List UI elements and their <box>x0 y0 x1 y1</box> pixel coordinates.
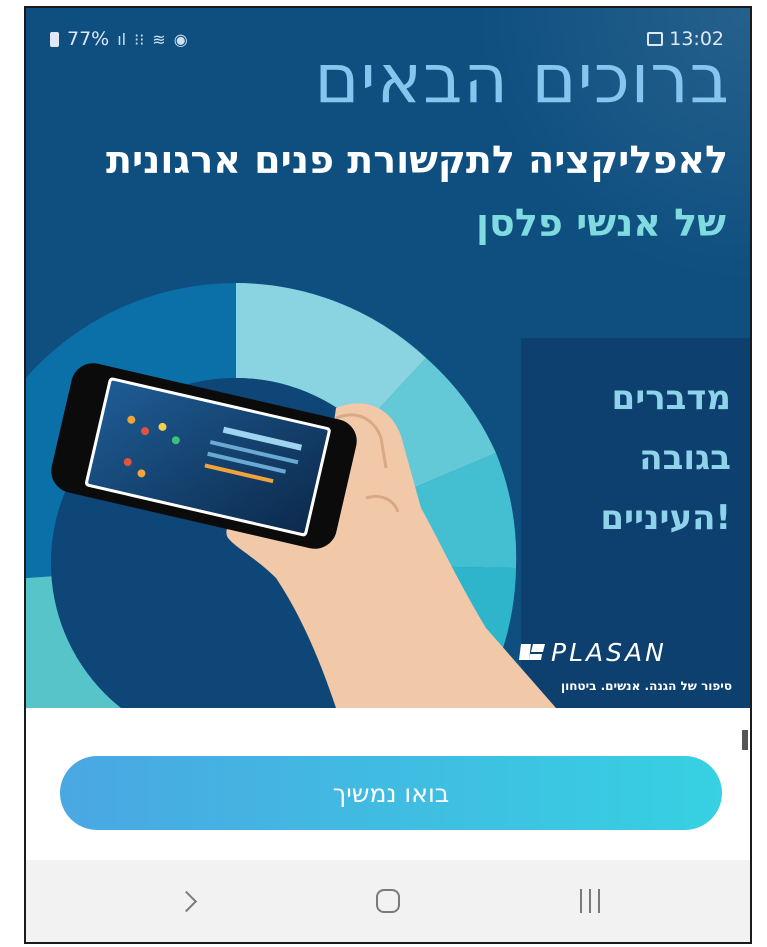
brand-logo: PLASAN <box>519 638 699 668</box>
photo-icon <box>647 32 664 46</box>
scroll-indicator <box>742 730 748 750</box>
back-button[interactable] <box>126 860 246 942</box>
plasan-logo-icon <box>519 644 545 660</box>
action-area: בואו נמשיך <box>26 708 750 860</box>
wifi-icon: ≋ <box>152 29 166 49</box>
battery-icon <box>50 31 59 47</box>
back-icon <box>175 890 197 912</box>
signal-icon: ıl <box>117 29 127 49</box>
status-left: 77% ıl ⁝⁝ ≋ ◉ <box>50 28 188 50</box>
app-screen: 77% ıl ⁝⁝ ≋ ◉ 13:02 מדברים בגובה העיניים… <box>24 6 752 944</box>
status-bar: 77% ıl ⁝⁝ ≋ ◉ 13:02 <box>26 8 750 50</box>
brand-name: PLASAN <box>551 638 667 667</box>
brand-slogan: סיפור של הגנה. אנשים. ביטחון <box>560 679 732 693</box>
status-time: 13:02 <box>669 28 724 50</box>
data-icon: ⁝⁝ <box>134 29 145 49</box>
home-icon <box>376 889 400 913</box>
welcome-title: ברוכים הבאים <box>314 40 730 119</box>
welcome-subtitle-2: של אנשי פלסן <box>475 201 726 245</box>
recent-apps-icon <box>580 889 600 913</box>
system-nav-bar <box>26 860 750 942</box>
status-right: 13:02 <box>647 28 724 50</box>
continue-button[interactable]: בואו נמשיך <box>60 756 722 830</box>
welcome-splash: 77% ıl ⁝⁝ ≋ ◉ 13:02 מדברים בגובה העיניים… <box>26 8 750 708</box>
alarm-icon: ◉ <box>173 29 188 49</box>
battery-percent: 77% <box>67 28 110 50</box>
welcome-subtitle: לאפליקציה לתקשורת פנים ארגונית <box>105 138 728 182</box>
recent-apps-button[interactable] <box>530 860 650 942</box>
home-button[interactable] <box>328 860 448 942</box>
